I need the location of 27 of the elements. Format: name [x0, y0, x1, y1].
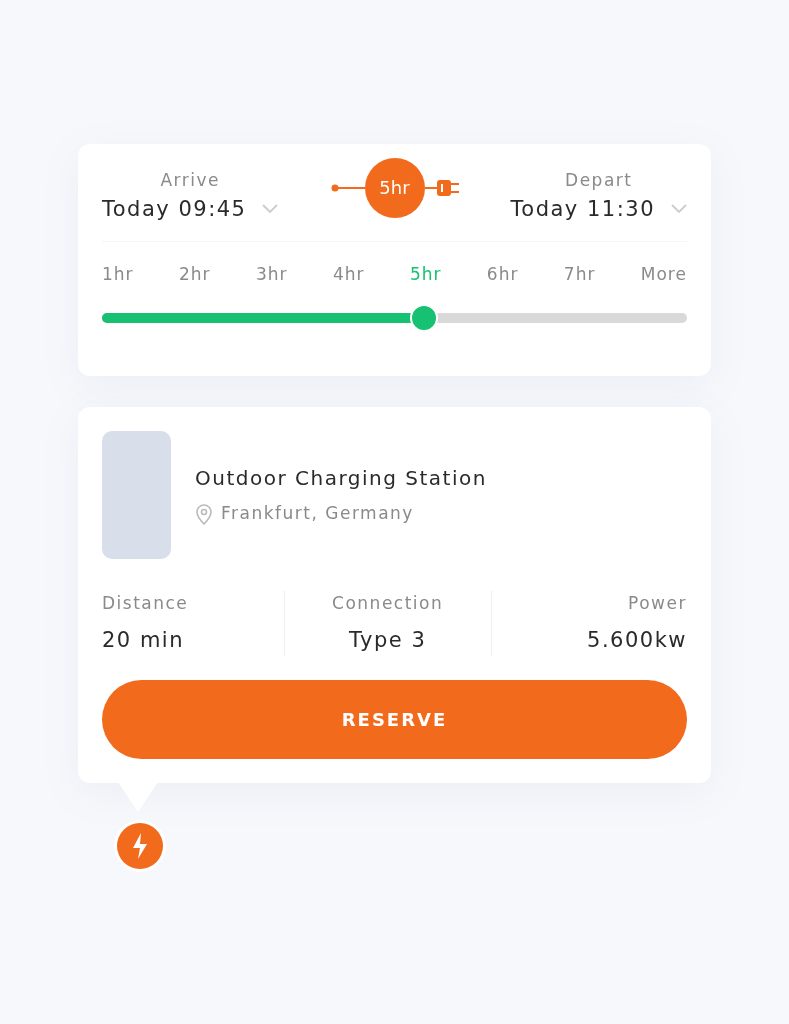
- stat-value: 20 min: [102, 626, 184, 654]
- station-location: Frankfurt, Germany: [221, 502, 414, 526]
- arrive-dropdown[interactable]: Today 09:45: [102, 193, 279, 225]
- chevron-down-icon: [262, 204, 279, 215]
- stat-label: Power: [628, 592, 687, 615]
- duration-option[interactable]: 2hr: [178, 262, 211, 288]
- stat-value: Type 3: [349, 626, 427, 654]
- stat-value: 5.600kw: [587, 626, 687, 654]
- location-pin-icon: [195, 503, 213, 525]
- duration-slider[interactable]: [102, 303, 687, 332]
- stat-label: Distance: [102, 592, 189, 615]
- duration-option[interactable]: 7hr: [563, 262, 596, 288]
- duration-option[interactable]: 3hr: [255, 262, 288, 288]
- duration-option[interactable]: 4hr: [332, 262, 365, 288]
- reserve-button[interactable]: RESERVE: [102, 680, 687, 759]
- charging-duration-drawing: 5hr: [330, 157, 459, 218]
- duration-option[interactable]: 1hr: [102, 262, 134, 288]
- duration-option[interactable]: 6hr: [486, 262, 519, 288]
- depart-label: Depart: [564, 169, 634, 192]
- duration-option[interactable]: 5hr: [409, 262, 442, 288]
- chevron-down-icon: [671, 204, 687, 215]
- depart-dropdown[interactable]: Today 11:30: [510, 193, 687, 225]
- lightning-marker-icon[interactable]: [113, 819, 167, 873]
- stat-label: Connection: [332, 592, 444, 615]
- arrive-label: Arrive: [159, 169, 221, 192]
- duration-option[interactable]: More: [640, 262, 687, 288]
- station-name: Outdoor Charging Station: [195, 465, 487, 493]
